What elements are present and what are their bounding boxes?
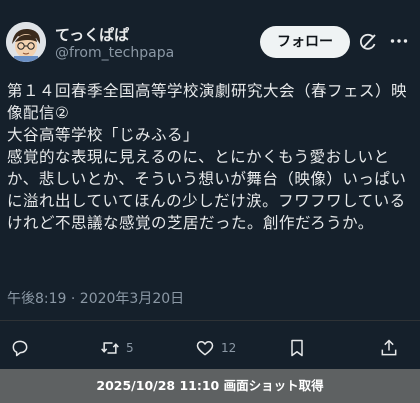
- screenshot-caption: 2025/10/28 11:10 画面ショット取得: [0, 369, 420, 403]
- reply-icon: [12, 340, 28, 357]
- divider: [0, 320, 420, 321]
- heart-icon: [196, 341, 214, 356]
- avatar[interactable]: [6, 22, 46, 62]
- reply-button[interactable]: [10, 338, 36, 358]
- avatar-illustration: [6, 22, 46, 62]
- share-icon: [381, 339, 397, 356]
- share-button[interactable]: [379, 338, 399, 358]
- bookmark-icon: [291, 339, 303, 357]
- tweet-header: てっくぱぱ @from_techpapa フォロー: [0, 0, 420, 80]
- like-button[interactable]: 12: [195, 338, 236, 358]
- user-handle[interactable]: @from_techpapa: [55, 45, 174, 61]
- like-count: 12: [221, 341, 237, 355]
- retweet-icon: [101, 342, 119, 354]
- follow-button[interactable]: フォロー: [260, 26, 350, 58]
- bookmark-button[interactable]: [287, 338, 307, 358]
- retweet-count: 5: [126, 341, 134, 355]
- grok-icon[interactable]: [358, 32, 378, 52]
- retweet-button[interactable]: 5: [100, 338, 134, 358]
- tweet-timestamp[interactable]: 午後8:19 · 2020年3月20日: [7, 288, 184, 308]
- more-options-icon[interactable]: [389, 31, 409, 51]
- display-name[interactable]: てっくぱぱ: [55, 24, 129, 45]
- tweet-text: 第１４回春季全国高等学校演劇研究大会（春フェス）映像配信② 大谷高等学校「じみふ…: [7, 82, 408, 232]
